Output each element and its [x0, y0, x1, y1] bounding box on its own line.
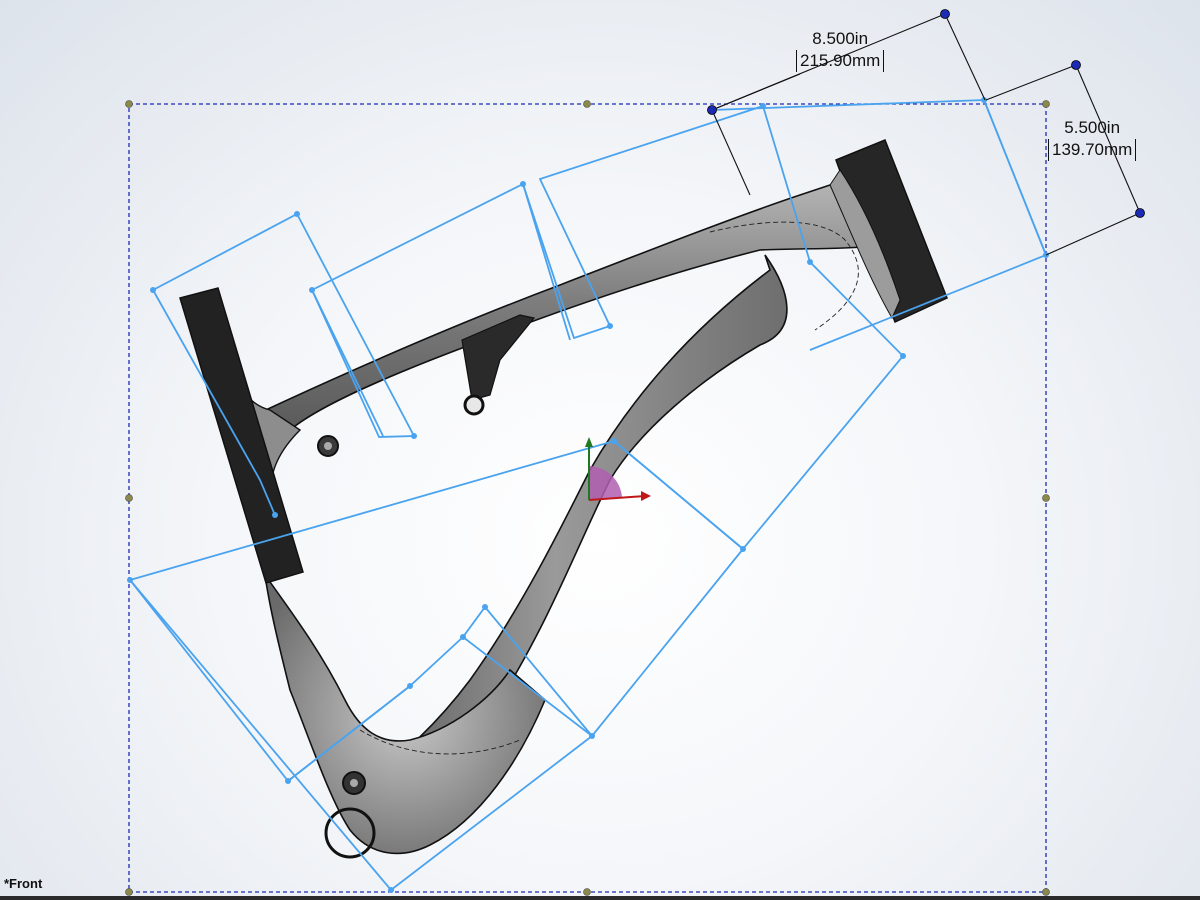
- dimension-handles[interactable]: [707, 9, 1145, 218]
- view-orientation-label: *Front: [4, 876, 43, 891]
- bike-frame-model[interactable]: [179, 139, 948, 859]
- bottom-bracket-shell: [264, 574, 546, 855]
- dimension-label-width[interactable]: 8.500in 215.90mm: [796, 28, 885, 72]
- model-canvas[interactable]: [0, 0, 1200, 900]
- dimension-label-height[interactable]: 5.500in 139.70mm: [1048, 117, 1137, 161]
- dimension-width-mm: 215.90mm: [796, 50, 885, 72]
- top-tube: [253, 173, 887, 431]
- viewport-bottom-edge: [0, 896, 1200, 900]
- dimension-width-in: 8.500in: [812, 29, 869, 48]
- graphics-viewport[interactable]: 8.500in 215.90mm 5.500in 139.70mm *Front: [0, 0, 1200, 900]
- dimension-height-mm: 139.70mm: [1048, 139, 1137, 161]
- dimension-height-in: 5.500in: [1064, 118, 1121, 137]
